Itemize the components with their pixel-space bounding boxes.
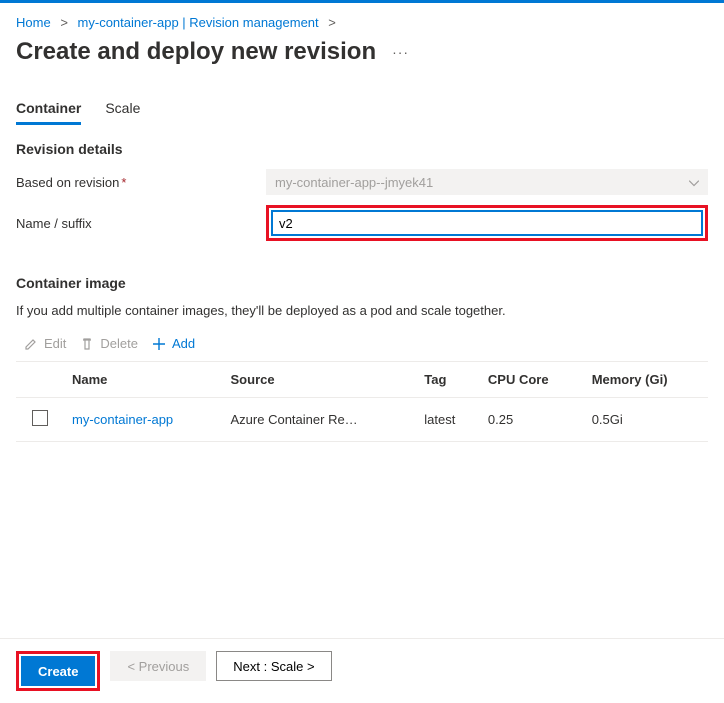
row-memory: 0.5Gi: [584, 398, 708, 442]
next-button[interactable]: Next : Scale >: [216, 651, 331, 681]
container-toolbar: Edit Delete Add: [16, 336, 708, 351]
create-button-highlight: Create: [16, 651, 100, 691]
based-on-revision-label: Based on revision*: [16, 175, 266, 190]
container-image-description: If you add multiple container images, th…: [16, 303, 708, 318]
tab-scale[interactable]: Scale: [105, 94, 140, 125]
container-image-heading: Container image: [16, 275, 708, 291]
revision-details-heading: Revision details: [16, 141, 708, 157]
edit-button: Edit: [24, 336, 66, 351]
col-name: Name: [64, 362, 223, 398]
row-tag: latest: [416, 398, 480, 442]
breadcrumb-sep-icon: >: [328, 15, 336, 30]
footer: Create < Previous Next : Scale >: [0, 638, 724, 703]
plus-icon: [152, 337, 166, 351]
row-checkbox[interactable]: [32, 410, 48, 426]
edit-icon: [24, 337, 38, 351]
based-on-revision-dropdown: my-container-app--jmyek41: [266, 169, 708, 195]
chevron-down-icon: [689, 175, 699, 190]
breadcrumb-app[interactable]: my-container-app | Revision management: [78, 15, 319, 30]
create-button[interactable]: Create: [21, 656, 95, 686]
tabs: Container Scale: [16, 94, 708, 125]
row-cpu: 0.25: [480, 398, 584, 442]
col-cpu: CPU Core: [480, 362, 584, 398]
tab-container[interactable]: Container: [16, 94, 81, 125]
add-button[interactable]: Add: [152, 336, 195, 351]
delete-button: Delete: [80, 336, 138, 351]
breadcrumb-home[interactable]: Home: [16, 15, 51, 30]
col-memory: Memory (Gi): [584, 362, 708, 398]
name-suffix-input[interactable]: [271, 210, 703, 236]
col-tag: Tag: [416, 362, 480, 398]
container-table: Name Source Tag CPU Core Memory (Gi) my-…: [16, 361, 708, 442]
row-source: Azure Container Re…: [223, 398, 417, 442]
delete-icon: [80, 337, 94, 351]
based-on-revision-value: my-container-app--jmyek41: [275, 175, 433, 190]
breadcrumb-sep-icon: >: [60, 15, 68, 30]
name-suffix-highlight: [266, 205, 708, 241]
row-name-link[interactable]: my-container-app: [72, 412, 173, 427]
name-suffix-label: Name / suffix: [16, 216, 266, 231]
breadcrumb: Home > my-container-app | Revision manag…: [16, 11, 708, 38]
more-actions-button[interactable]: ···: [392, 44, 409, 60]
table-row[interactable]: my-container-app Azure Container Re… lat…: [16, 398, 708, 442]
col-source: Source: [223, 362, 417, 398]
page-title: Create and deploy new revision: [16, 38, 376, 66]
previous-button: < Previous: [110, 651, 206, 681]
